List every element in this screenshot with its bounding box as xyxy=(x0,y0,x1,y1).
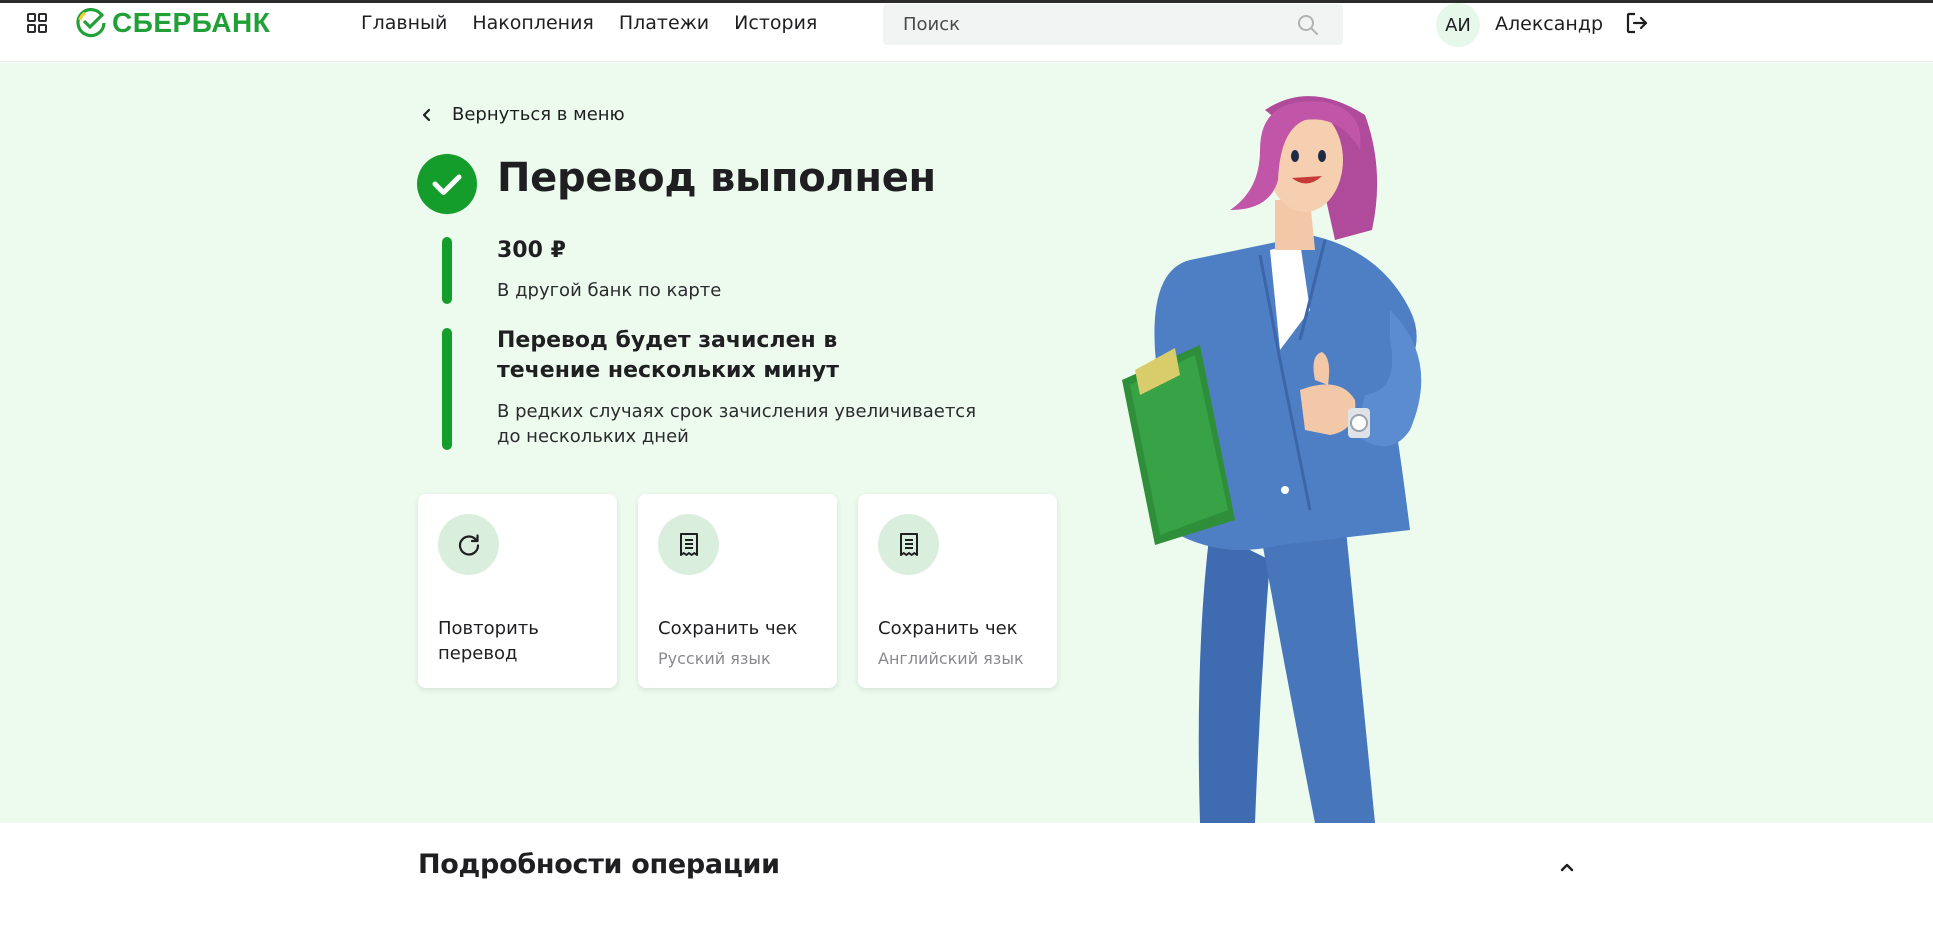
card-icon-circle xyxy=(438,514,499,575)
card-sub-label: Русский язык xyxy=(658,649,771,668)
receipt-icon xyxy=(679,532,698,556)
card-label: Повторить xyxy=(438,618,539,639)
transfer-type: В другой банк по карте xyxy=(497,280,722,301)
save-receipt-russian-button[interactable]: Сохранить чек Русский язык xyxy=(638,494,837,688)
card-label: Сохранить чек xyxy=(658,618,798,639)
amount-status-bar xyxy=(442,237,452,304)
nav-item-main[interactable]: Главный xyxy=(361,10,447,36)
back-label: Вернуться в меню xyxy=(452,104,625,125)
user-name[interactable]: Александр xyxy=(1495,11,1603,37)
operation-details-section: Подробности операции xyxy=(0,823,1933,925)
main-nav: Главный Накопления Платежи История xyxy=(361,10,842,36)
operation-details-title[interactable]: Подробности операции xyxy=(418,847,780,883)
card-sub-label: Английский язык xyxy=(878,649,1024,668)
search-icon[interactable] xyxy=(1297,14,1319,36)
page-title: Перевод выполнен xyxy=(497,155,936,201)
sberbank-logo[interactable]: СБЕРБАНК xyxy=(76,8,270,38)
logo-text: СБЕРБАНК xyxy=(112,7,271,38)
chevron-up-icon[interactable] xyxy=(1557,857,1577,877)
logout-icon[interactable] xyxy=(1625,11,1649,35)
repeat-transfer-button[interactable]: Повторить перевод xyxy=(418,494,617,688)
business-woman-illustration xyxy=(1122,96,1422,823)
apps-grid-icon[interactable] xyxy=(26,12,48,34)
card-icon-circle xyxy=(878,514,939,575)
nav-item-payments[interactable]: Платежи xyxy=(619,10,709,36)
notice-status-bar xyxy=(442,328,452,450)
card-label: Сохранить чек xyxy=(878,618,1018,639)
card-label-line2: перевод xyxy=(438,643,518,664)
save-receipt-english-button[interactable]: Сохранить чек Английский язык xyxy=(858,494,1057,688)
refresh-icon xyxy=(458,533,479,556)
chevron-left-icon xyxy=(422,108,431,122)
success-check-icon xyxy=(417,154,477,214)
avatar[interactable]: АИ xyxy=(1436,3,1480,47)
nav-item-savings[interactable]: Накопления xyxy=(472,10,594,36)
crediting-notice-text: В редких случаях срок зачисления увеличи… xyxy=(497,401,977,447)
transfer-amount: 300 ₽ xyxy=(497,238,566,263)
search-box xyxy=(883,4,1343,45)
back-to-menu-link[interactable]: Вернуться в меню xyxy=(418,103,625,127)
receipt-icon xyxy=(899,532,918,556)
nav-item-history[interactable]: История xyxy=(734,10,817,36)
crediting-notice-title: Перевод будет зачислен в течение несколь… xyxy=(497,328,840,383)
sber-logo-icon xyxy=(76,8,106,38)
header: СБЕРБАНК Главный Накопления Платежи Исто… xyxy=(0,3,1933,62)
search-input[interactable] xyxy=(903,4,1283,45)
card-icon-circle xyxy=(658,514,719,575)
